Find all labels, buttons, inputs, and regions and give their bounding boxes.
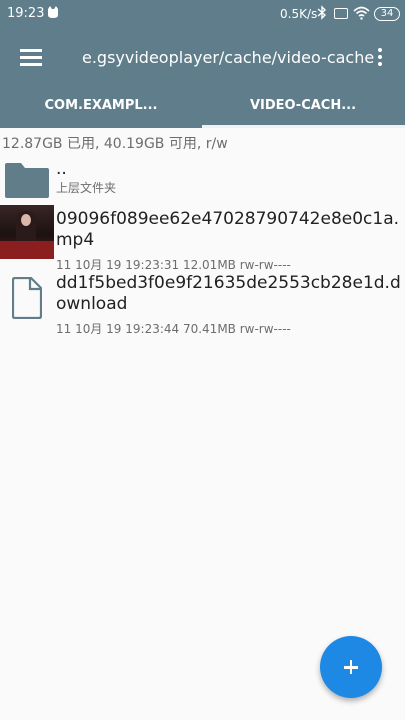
toolbar: e.gsyvideoplayer/cache/video-cache	[0, 28, 405, 88]
file-meta: 上层文件夹	[56, 181, 117, 195]
file-icon	[12, 277, 42, 319]
list-item-video[interactable]: 09096f089ee62e47028790742e8e0c1a.mp4 11 …	[0, 205, 405, 272]
tab-bar: COM.EXAMPL... VIDEO-CACH...	[0, 88, 405, 128]
status-bar: 19:23 0.5K/s 34	[0, 0, 405, 28]
storage-info: 12.87GB 已用, 40.19GB 可用, r/w	[2, 136, 228, 152]
file-meta: 11 10月 19 19:23:31 12.01MB rw-rw----	[56, 258, 291, 272]
more-vert-icon[interactable]	[376, 48, 384, 70]
tab-indicator	[202, 125, 405, 128]
file-name: ..	[56, 159, 67, 179]
toolbar-title: e.gsyvideoplayer/cache/video-cache	[82, 48, 375, 67]
wifi-icon	[353, 6, 370, 24]
file-name: dd1f5bed3f0e9f21635de2553cb28e1d.downloa…	[56, 273, 401, 314]
list-item-download[interactable]: dd1f5bed3f0e9f21635de2553cb28e1d.downloa…	[0, 273, 405, 339]
folder-icon	[5, 163, 49, 198]
list-item-parent-folder[interactable]: .. 上层文件夹	[0, 157, 405, 202]
video-thumbnail	[0, 205, 54, 259]
tab-com-example[interactable]: COM.EXAMPL...	[0, 88, 202, 128]
add-button[interactable]	[320, 636, 382, 698]
hamburger-icon[interactable]	[20, 49, 42, 66]
file-name: 09096f089ee62e47028790742e8e0c1a.mp4	[56, 209, 400, 250]
file-meta: 11 10月 19 19:23:44 70.41MB rw-rw----	[56, 322, 291, 336]
sim-icon	[334, 8, 348, 19]
network-speed: 0.5K/s	[280, 7, 318, 21]
status-time: 19:23	[7, 6, 45, 21]
battery-indicator: 34	[374, 7, 400, 21]
bluetooth-icon	[317, 5, 327, 24]
tab-video-cache[interactable]: VIDEO-CACH...	[202, 88, 404, 128]
notification-icon	[47, 6, 59, 22]
